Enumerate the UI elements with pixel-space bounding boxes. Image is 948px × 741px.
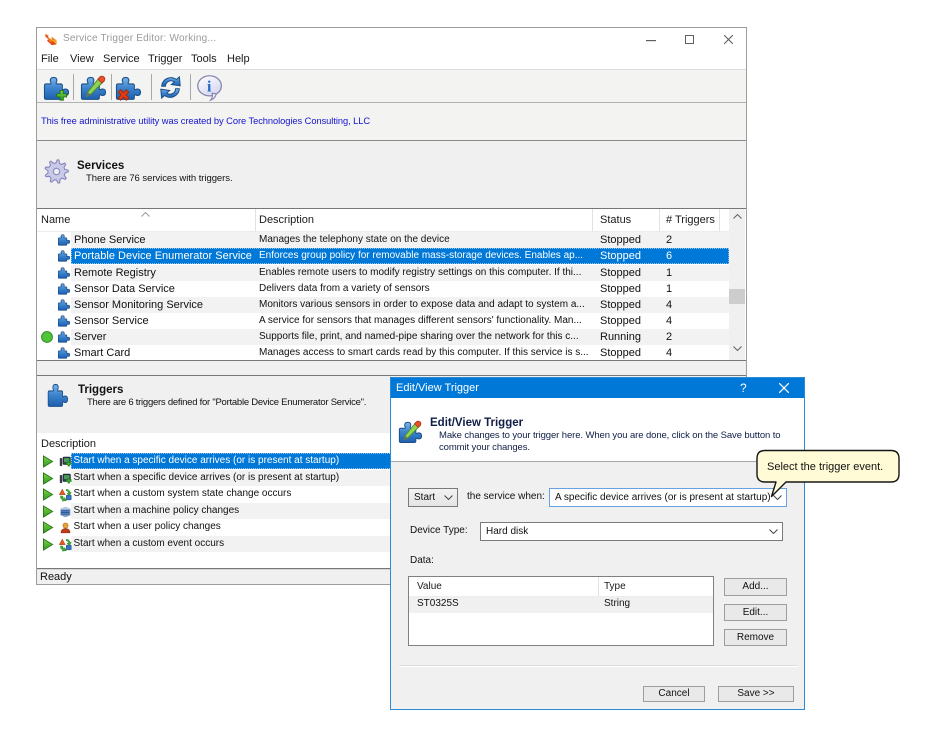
svg-text:Select the trigger event.: Select the trigger event. <box>767 461 883 473</box>
